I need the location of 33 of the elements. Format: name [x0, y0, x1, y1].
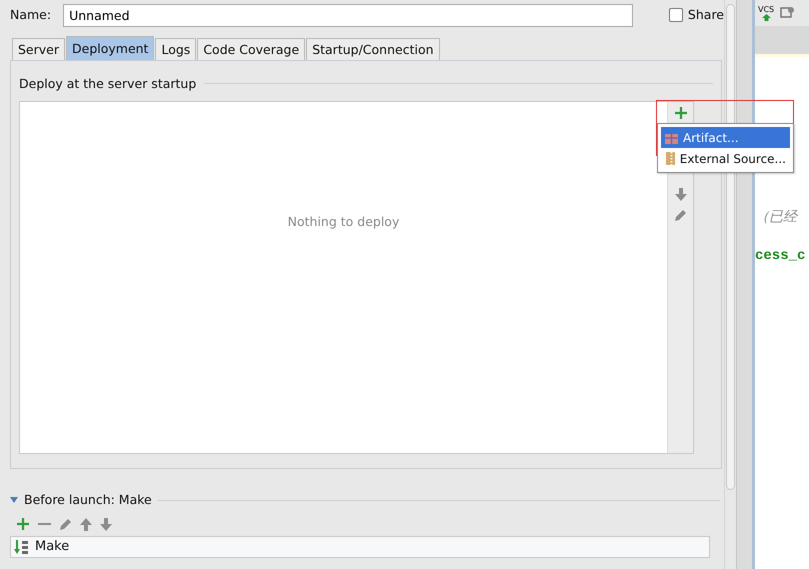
code-text: cess_c — [755, 247, 806, 266]
remove-icon[interactable] — [38, 522, 51, 526]
section-title: Before launch: Make — [24, 490, 152, 509]
up-arrow-icon — [762, 14, 771, 20]
menu-item[interactable]: External Source... — [661, 148, 790, 169]
expand-toggle-icon[interactable] — [10, 497, 18, 503]
edit-icon[interactable] — [674, 208, 687, 222]
tab[interactable]: Code Coverage — [197, 38, 306, 60]
section-title: Deploy at the server startup — [19, 74, 196, 93]
edit-icon[interactable] — [59, 518, 72, 530]
share-label: Share — [688, 6, 724, 24]
add-icon[interactable] — [16, 517, 30, 531]
share-checkbox[interactable] — [668, 8, 683, 22]
move-down-icon[interactable] — [674, 188, 686, 201]
editor-tab-bar — [755, 26, 809, 54]
window-icon[interactable] — [780, 6, 794, 20]
name-label: Name: — [10, 6, 52, 24]
menu-item[interactable]: Artifact... — [661, 127, 790, 148]
make-icon — [14, 540, 30, 554]
task-item[interactable]: Make — [14, 537, 70, 557]
tab[interactable]: Startup/Connection — [306, 38, 440, 60]
comment-text: （已经 — [755, 208, 799, 227]
move-down-icon[interactable] — [100, 518, 112, 530]
empty-message: Nothing to deploy — [288, 213, 400, 232]
gift-icon — [665, 131, 678, 144]
tab[interactable]: Logs — [155, 38, 196, 60]
archive-icon — [665, 152, 675, 165]
tab[interactable]: Deployment — [66, 36, 154, 60]
move-up-icon[interactable] — [80, 518, 92, 530]
tab[interactable]: Server — [12, 38, 65, 60]
name-field[interactable]: Unnamed — [63, 4, 633, 26]
add-icon[interactable] — [674, 106, 688, 120]
vcs-update-button[interactable]: VCS — [758, 6, 774, 20]
